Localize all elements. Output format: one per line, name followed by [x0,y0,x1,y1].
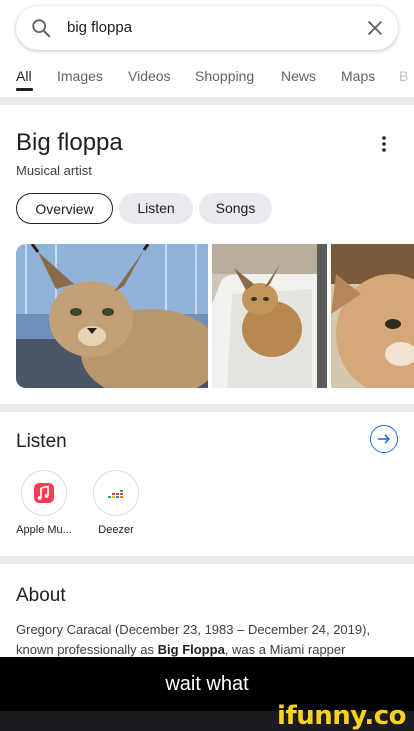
apple-music-icon [34,483,54,503]
page-title: Big floppa [16,129,123,156]
listen-section-title: Listen [16,431,67,452]
caracal-photo-3[interactable] [331,244,414,388]
deezer-icon [108,490,123,498]
divider [0,404,414,412]
about-text-bold: Big Floppa [157,642,225,657]
search-tabs: All Images Videos Shopping News Maps B [0,58,414,94]
about-section-title: About [16,585,66,606]
caracal-photo-2[interactable] [212,244,327,388]
more-options-icon[interactable] [377,134,391,154]
chip-listen[interactable]: Listen [119,193,193,224]
divider [0,556,414,564]
listen-more-button[interactable] [370,425,398,453]
tab-news[interactable]: News [281,68,316,84]
tab-all[interactable]: All [16,68,32,84]
caracal-photo-1[interactable] [16,244,208,388]
deezer-label: Deezer [98,524,134,536]
search-icon [32,19,51,38]
chip-songs[interactable]: Songs [199,193,272,224]
active-tab-indicator [16,88,33,91]
about-text-part: , was a Miami rapper [224,642,346,657]
tab-shopping[interactable]: Shopping [195,68,254,84]
apple-music-label: Apple Mu... [16,524,72,536]
deezer-button[interactable] [93,470,139,516]
ifunny-logo: ifunny.co [277,701,406,731]
chip-overview[interactable]: Overview [16,193,113,224]
tab-images[interactable]: Images [57,68,103,84]
search-input[interactable]: big floppa [67,19,132,36]
tab-videos[interactable]: Videos [128,68,171,84]
tab-maps[interactable]: Maps [341,68,375,84]
tab-books[interactable]: B [399,68,408,84]
apple-music-button[interactable] [21,470,67,516]
close-icon[interactable] [364,17,386,39]
divider [0,97,414,105]
entity-subtitle: Musical artist [16,163,92,178]
arrow-right-icon [378,434,391,444]
search-bar[interactable]: big floppa [16,6,398,50]
about-description: Gregory Caracal (December 23, 1983 – Dec… [16,620,400,660]
